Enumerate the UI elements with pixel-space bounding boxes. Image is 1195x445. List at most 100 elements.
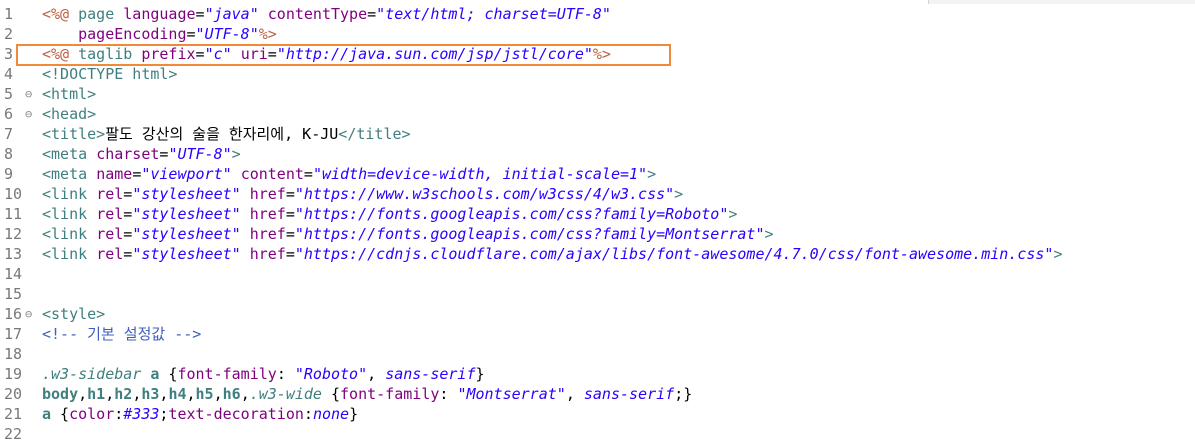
code-token: h4 xyxy=(168,385,187,403)
fold-toggle-icon[interactable]: ⊖ xyxy=(25,304,37,324)
code-line[interactable]: 15 xyxy=(0,284,1195,304)
code-token: href xyxy=(249,185,286,203)
line-number: 12 xyxy=(4,225,23,243)
code-token: "https://www.w3schools.com/w3css/4/w3.cs… xyxy=(294,185,675,203)
code-line[interactable]: 6 ⊖ <head> xyxy=(0,104,1195,124)
code-token: href xyxy=(249,205,286,223)
code-token: sans-serif xyxy=(583,385,675,403)
code-token: uri xyxy=(240,45,268,63)
code-token: .w3-wide xyxy=(249,385,322,403)
code-line[interactable]: 3 <%@ taglib prefix="c" uri="http://java.… xyxy=(0,44,1195,64)
code-token: pageEncoding xyxy=(78,25,187,43)
code-token: h6 xyxy=(222,385,241,403)
code-text: <html> xyxy=(42,84,96,104)
code-token: body xyxy=(42,385,79,403)
code-token: <link xyxy=(42,205,97,223)
code-token: = xyxy=(186,25,196,43)
code-token: h5 xyxy=(195,385,214,403)
code-line[interactable]: 12 <link rel="stylesheet" href="https://f… xyxy=(0,224,1195,244)
code-token: rel xyxy=(96,225,124,243)
code-token: = xyxy=(303,165,313,183)
code-text: <link rel="stylesheet" href="https://www… xyxy=(42,184,683,204)
code-token: text-decoration xyxy=(168,405,304,423)
code-text: a {color:#333;text-decoration:none} xyxy=(42,404,358,424)
code-token: > xyxy=(231,145,241,163)
code-token: "https://cdnjs.cloudflare.com/ajax/libs/… xyxy=(294,245,1054,263)
code-line[interactable]: 1 <%@ page language="java" contentType="t… xyxy=(0,4,1195,24)
code-line[interactable]: 18 xyxy=(0,344,1195,364)
line-number: 10 xyxy=(4,185,23,203)
code-text: body,h1,h2,h3,h4,h5,h6,.w3-wide {font-fa… xyxy=(42,384,692,404)
code-line[interactable]: 2 pageEncoding="UTF-8"%> xyxy=(0,24,1195,44)
fold-toggle-icon[interactable]: ⊖ xyxy=(25,84,37,104)
code-token: "Montserrat" xyxy=(457,385,566,403)
code-token: content xyxy=(240,165,304,183)
code-token: , xyxy=(240,385,250,403)
line-number: 3 xyxy=(4,45,14,63)
code-token: "UTF-8" xyxy=(168,145,232,163)
code-token: <link xyxy=(42,245,97,263)
code-line[interactable]: 7 <title>팔도 강산의 술을 한자리에, K-JU</title> xyxy=(0,124,1195,144)
code-token: "http://java.sun.com/jsp/jstl/core" xyxy=(276,45,593,63)
code-line[interactable]: 22 xyxy=(0,424,1195,444)
code-token: <%@ xyxy=(42,45,70,63)
code-token: > xyxy=(1053,245,1063,263)
code-line[interactable]: 10 <link rel="stylesheet" href="https://w… xyxy=(0,184,1195,204)
code-token: rel xyxy=(96,245,124,263)
code-editor[interactable]: 1 <%@ page language="java" contentType="t… xyxy=(0,4,1195,444)
code-token: color xyxy=(69,405,115,423)
code-token: %> xyxy=(258,25,277,43)
code-token: = xyxy=(123,205,133,223)
code-line[interactable]: 20 body,h1,h2,h3,h4,h5,h6,.w3-wide {font-… xyxy=(0,384,1195,404)
code-token: <title> xyxy=(42,125,106,143)
code-token: .w3-sidebar xyxy=(42,365,151,383)
code-token: "stylesheet" xyxy=(132,205,241,223)
code-line[interactable]: 9 <meta name="viewport" content="width=de… xyxy=(0,164,1195,184)
line-number: 14 xyxy=(4,265,23,283)
code-token: = xyxy=(123,245,133,263)
code-token: : xyxy=(439,385,458,403)
code-token: = xyxy=(285,225,295,243)
line-number: 20 xyxy=(4,385,23,403)
code-text: <head> xyxy=(42,104,96,124)
code-token: , xyxy=(367,365,386,383)
line-number: 18 xyxy=(4,345,23,363)
code-text: pageEncoding="UTF-8"%> xyxy=(42,24,277,44)
code-token: prefix xyxy=(141,45,196,63)
code-line[interactable]: 5 ⊖ <html> xyxy=(0,84,1195,104)
line-number: 17 xyxy=(4,325,23,343)
code-line[interactable]: 21 a {color:#333;text-decoration:none} xyxy=(0,404,1195,424)
code-token: = xyxy=(285,245,295,263)
code-token: , xyxy=(132,385,142,403)
code-line[interactable]: 11 <link rel="stylesheet" href="https://f… xyxy=(0,204,1195,224)
code-line[interactable]: 16 ⊖ <style> xyxy=(0,304,1195,324)
code-text: <title>팔도 강산의 술을 한자리에, K-JU</title> xyxy=(42,124,411,144)
code-line[interactable]: 13 <link rel="stylesheet" href="https://c… xyxy=(0,244,1195,264)
code-token: } xyxy=(475,365,485,383)
code-token: = xyxy=(195,5,205,23)
code-line[interactable]: 19 .w3-sidebar a {font-family: "Roboto", … xyxy=(0,364,1195,384)
fold-toggle-icon[interactable]: ⊖ xyxy=(25,104,37,124)
code-token: h3 xyxy=(141,385,160,403)
code-line[interactable]: 17 <!-- 기본 설정값 --> xyxy=(0,324,1195,344)
code-text: <link rel="stylesheet" href="https://cdn… xyxy=(42,244,1063,264)
code-token: rel xyxy=(96,205,124,223)
code-token: , xyxy=(213,385,223,403)
code-line[interactable]: 4 <!DOCTYPE html> xyxy=(0,64,1195,84)
code-token: > xyxy=(728,205,738,223)
code-token: { xyxy=(321,385,341,403)
code-text: <!DOCTYPE html> xyxy=(42,64,177,84)
code-line[interactable]: 14 xyxy=(0,264,1195,284)
code-token: "https://fonts.googleapis.com/css?family… xyxy=(294,225,765,243)
line-number: 1 xyxy=(4,5,14,23)
code-token: "text/html; charset=UTF-8" xyxy=(376,5,611,23)
code-line[interactable]: 8 <meta charset="UTF-8"> xyxy=(0,144,1195,164)
code-token: font-family xyxy=(177,365,277,383)
code-token: = xyxy=(285,205,295,223)
line-number: 19 xyxy=(4,365,23,383)
code-token: <!-- 기본 설정값 --> xyxy=(42,325,202,343)
code-token: <meta xyxy=(42,145,97,163)
